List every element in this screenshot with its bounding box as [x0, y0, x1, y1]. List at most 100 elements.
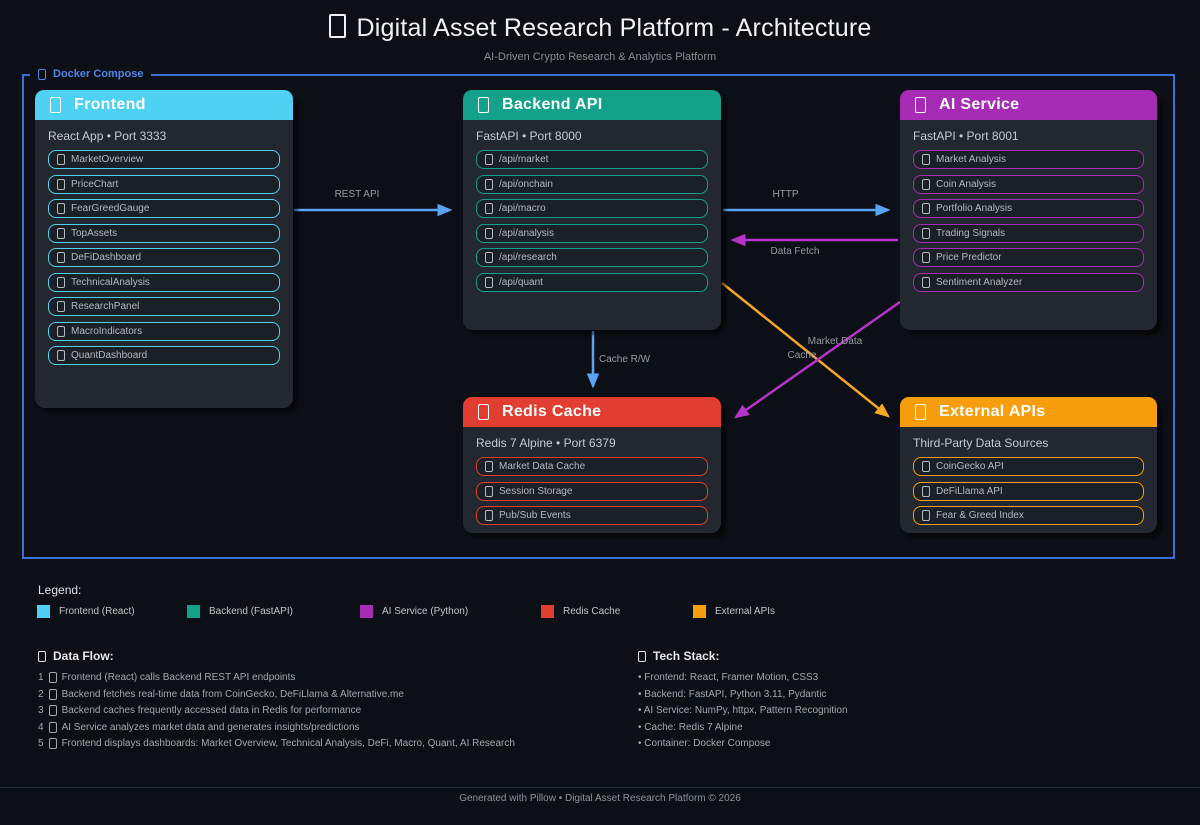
feature-label: Market Data Cache — [499, 461, 585, 472]
external-color-swatch — [693, 605, 706, 618]
legend-item-frontend: Frontend (React) — [37, 605, 135, 618]
frontend-component-item: FearGreedGauge — [48, 199, 280, 218]
component-label: MacroIndicators — [71, 326, 142, 337]
component-label: QuantDashboard — [71, 350, 147, 361]
feature-icon — [485, 486, 493, 497]
ai-module-item: Price Predictor — [913, 248, 1144, 267]
redis-cache-card: Redis Cache Redis 7 Alpine • Port 6379 M… — [463, 397, 721, 533]
component-icon — [57, 301, 65, 312]
external-apis-card-subtitle: Third-Party Data Sources — [900, 427, 1157, 457]
keycap-icon — [49, 722, 57, 733]
component-label: MarketOverview — [71, 154, 143, 165]
endpoint-label: /api/onchain — [499, 179, 553, 190]
legend-label: Redis Cache — [563, 606, 620, 617]
ai-module-item: Coin Analysis — [913, 175, 1144, 194]
chart-icon — [38, 651, 46, 662]
component-label: PriceChart — [71, 179, 118, 190]
tech-stack-item: • AI Service: NumPy, httpx, Pattern Reco… — [638, 705, 848, 716]
backend-card: Backend API FastAPI • Port 8000 /api/mar… — [463, 90, 721, 330]
endpoint-label: /api/quant — [499, 277, 543, 288]
step-text: Frontend (React) calls Backend REST API … — [62, 672, 296, 683]
keycap-icon — [49, 705, 57, 716]
ai-service-card-header: AI Service — [900, 90, 1157, 120]
component-icon — [57, 154, 65, 165]
feature-icon — [485, 510, 493, 521]
backend-endpoint-item: /api/macro — [476, 199, 708, 218]
api-icon — [922, 461, 930, 472]
frontend-component-item: MarketOverview — [48, 150, 280, 169]
globe-icon — [915, 404, 926, 420]
module-label: Price Predictor — [936, 252, 1002, 263]
step-number: 3 — [38, 705, 44, 716]
redis-feature-item: Market Data Cache — [476, 457, 708, 476]
ai-module-item: Market Analysis — [913, 150, 1144, 169]
frontend-component-item: TopAssets — [48, 224, 280, 243]
api-label: Fear & Greed Index — [936, 510, 1024, 521]
ai-module-item: Trading Signals — [913, 224, 1144, 243]
data-flow-step: 5 Frontend displays dashboards: Market Ov… — [38, 738, 515, 749]
step-number: 5 — [38, 738, 44, 749]
module-label: Trading Signals — [936, 228, 1005, 239]
api-label: DeFiLlama API — [936, 486, 1003, 497]
external-apis-card-title: External APIs — [939, 403, 1045, 421]
step-text: AI Service analyzes market data and gene… — [62, 722, 360, 733]
robot-icon — [915, 97, 926, 113]
redis-cache-card-header: Redis Cache — [463, 397, 721, 427]
arrow-label-data-fetch: Data Fetch — [765, 246, 825, 257]
redis-feature-item: Pub/Sub Events — [476, 506, 708, 525]
api-label: CoinGecko API — [936, 461, 1004, 472]
frontend-component-item: MacroIndicators — [48, 322, 280, 341]
external-apis-card: External APIs Third-Party Data Sources C… — [900, 397, 1157, 533]
ai-service-card-title: AI Service — [939, 96, 1019, 114]
module-icon — [922, 228, 930, 239]
arrow-label-cache-rw: Cache R/W — [599, 354, 659, 365]
arrow-label-rest-api: REST API — [327, 189, 387, 200]
endpoint-icon — [485, 154, 493, 165]
backend-endpoint-item: /api/quant — [476, 273, 708, 292]
step-text: Frontend displays dashboards: Market Ove… — [62, 738, 515, 749]
legend-heading: Legend: — [38, 583, 81, 597]
backend-color-swatch — [187, 605, 200, 618]
module-icon — [922, 252, 930, 263]
feature-label: Session Storage — [499, 486, 572, 497]
whale-icon — [38, 69, 46, 80]
database-icon — [478, 404, 489, 420]
frontend-card-subtitle: React App • Port 3333 — [35, 120, 293, 150]
endpoint-icon — [485, 277, 493, 288]
frontend-component-item: ResearchPanel — [48, 297, 280, 316]
feature-label: Pub/Sub Events — [499, 510, 571, 521]
component-label: DeFiDashboard — [71, 252, 141, 263]
step-text: Backend fetches real-time data from Coin… — [62, 689, 404, 700]
endpoint-icon — [485, 179, 493, 190]
component-label: TopAssets — [71, 228, 117, 239]
external-api-item: CoinGecko API — [913, 457, 1144, 476]
step-number: 4 — [38, 722, 44, 733]
endpoint-icon — [485, 228, 493, 239]
legend-item-external: External APIs — [693, 605, 775, 618]
frontend-component-item: PriceChart — [48, 175, 280, 194]
module-label: Portfolio Analysis — [936, 203, 1012, 214]
component-icon — [57, 326, 65, 337]
arrow-label-market-data: Market Data — [804, 336, 866, 347]
legend-item-backend: Backend (FastAPI) — [187, 605, 293, 618]
page-title: Digital Asset Research Platform - Archit… — [0, 14, 1200, 43]
backend-endpoint-item: /api/research — [476, 248, 708, 267]
external-api-item: DeFiLlama API — [913, 482, 1144, 501]
arrow-label-http: HTTP — [758, 189, 813, 200]
frontend-card-title: Frontend — [74, 96, 146, 114]
external-api-item: Fear & Greed Index — [913, 506, 1144, 525]
legend-label: External APIs — [715, 606, 775, 617]
frontend-component-item: QuantDashboard — [48, 346, 280, 365]
feature-icon — [485, 461, 493, 472]
tech-stack-item: • Cache: Redis 7 Alpine — [638, 722, 743, 733]
ai-module-item: Sentiment Analyzer — [913, 273, 1144, 292]
footer-text: Generated with Pillow • Digital Asset Re… — [0, 793, 1200, 804]
redis-cache-card-subtitle: Redis 7 Alpine • Port 6379 — [463, 427, 721, 457]
backend-endpoint-item: /api/market — [476, 150, 708, 169]
data-flow-heading-text: Data Flow: — [53, 649, 114, 663]
frontend-card-header: Frontend — [35, 90, 293, 120]
legend-label: Backend (FastAPI) — [209, 606, 293, 617]
footer-divider — [0, 787, 1200, 788]
wrench-icon — [638, 651, 646, 662]
component-label: ResearchPanel — [71, 301, 139, 312]
